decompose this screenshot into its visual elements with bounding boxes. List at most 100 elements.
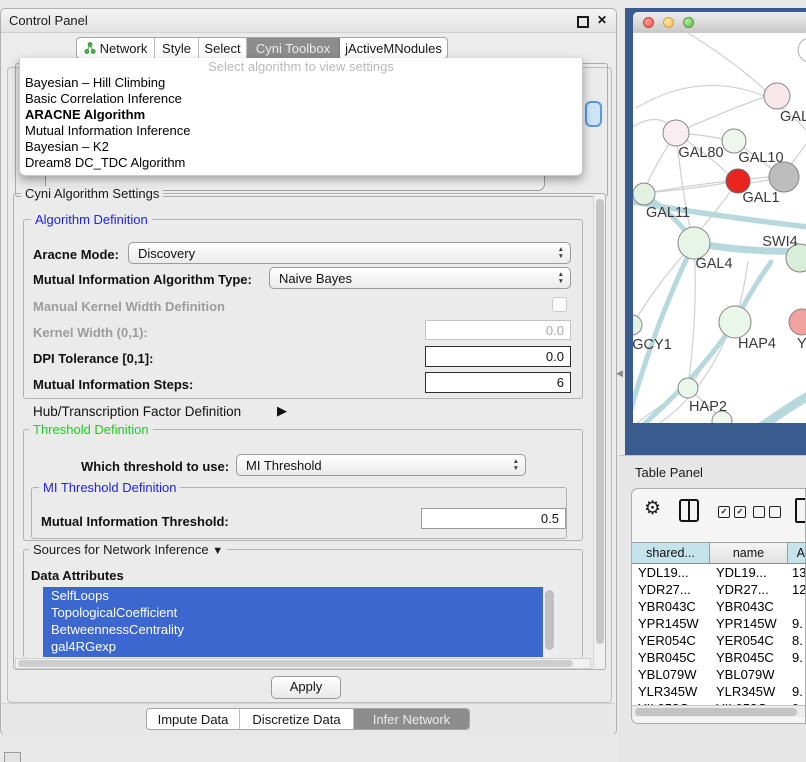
table-horizontal-scrollbar[interactable]	[632, 705, 806, 717]
dpi-tolerance-field[interactable]: 0.0	[425, 346, 571, 367]
tab-discretize-data[interactable]: Discretize Data	[240, 709, 354, 729]
focused-spinner-fragment[interactable]	[585, 101, 602, 127]
split-columns-icon[interactable]	[679, 499, 699, 522]
kernel-width-field[interactable]: 0.0	[425, 320, 571, 340]
control-panel-titlebar[interactable]: Control Panel ✕	[1, 9, 616, 33]
column-header-shared-name[interactable]: shared...	[632, 543, 710, 564]
network-nodes[interactable]	[633, 38, 806, 423]
control-panel-title: Control Panel	[9, 13, 88, 28]
select-all-columns-icon[interactable]: ✓ ✓	[718, 506, 746, 518]
checked-box-icon: ✓	[718, 506, 730, 518]
node-label: GAL10	[738, 150, 783, 166]
tab-jactivemnodules-label: jActiveMNodules	[345, 41, 442, 56]
tab-style[interactable]: Style	[155, 38, 199, 58]
node-label: GAL	[780, 109, 806, 125]
node-label: GCY1	[633, 337, 672, 353]
attribute-item[interactable]: TopologicalCoefficient	[43, 604, 543, 621]
algorithm-item[interactable]: Basic Correlation Inference	[20, 91, 582, 107]
mi-threshold-field[interactable]: 0.5	[421, 508, 566, 529]
attribute-item[interactable]: BetweennessCentrality	[43, 621, 543, 638]
network-icon	[84, 42, 96, 54]
mi-steps-field[interactable]: 6	[425, 372, 571, 393]
aracne-mode-select[interactable]: Discovery ▲▼	[128, 242, 571, 264]
collapse-down-icon[interactable]: ▼	[212, 545, 223, 557]
node-label: GAL4	[695, 256, 732, 272]
tab-network[interactable]: Network	[77, 38, 155, 58]
algorithm-item[interactable]: Dream8 DC_TDC Algorithm	[20, 155, 582, 171]
settings-vscroll-thumb[interactable]	[596, 199, 604, 644]
tab-select[interactable]: Select	[199, 38, 247, 58]
network-window-titlebar[interactable]	[633, 12, 806, 34]
settings-horizontal-scrollbar[interactable]	[15, 658, 591, 669]
algorithm-item[interactable]: Mutual Information Inference	[20, 123, 582, 139]
gear-icon[interactable]: ⚙	[644, 496, 661, 522]
deselect-all-columns-icon[interactable]	[753, 506, 781, 518]
mi-type-select[interactable]: Naive Bayes ▲▼	[269, 267, 571, 289]
float-window-icon[interactable]	[577, 16, 589, 28]
tab-impute-data-label: Impute Data	[158, 712, 229, 727]
close-traffic-icon[interactable]	[643, 17, 654, 28]
dropdown-prompt: Select algorithm to view settings	[20, 58, 582, 75]
tab-infer-network-label: Infer Network	[373, 712, 450, 727]
algorithm-item-selected[interactable]: ARACNE Algorithm	[20, 107, 582, 123]
table-row[interactable]: YDR27...YDR27...12	[632, 581, 806, 598]
expand-right-icon[interactable]: ▶	[277, 403, 287, 419]
network-view-window: GAL GAL80 GAL10 GAL1 GAL11 GAL4 SWI4 GCY…	[633, 12, 806, 423]
node[interactable]	[764, 83, 790, 109]
new-column-icon[interactable]	[795, 498, 806, 523]
minimize-traffic-icon[interactable]	[663, 17, 674, 28]
tab-impute-data[interactable]: Impute Data	[147, 709, 240, 729]
network-canvas[interactable]: GAL GAL80 GAL10 GAL1 GAL11 GAL4 SWI4 GCY…	[633, 33, 806, 423]
network-labels: GAL GAL80 GAL10 GAL1 GAL11 GAL4 SWI4 GCY…	[633, 109, 806, 415]
algorithm-item[interactable]: Bayesian – K2	[20, 139, 582, 155]
node-gray[interactable]	[769, 162, 799, 192]
combo-arrows-icon: ▲▼	[513, 458, 519, 472]
minimized-panel-icon[interactable]	[4, 752, 21, 762]
algorithm-item[interactable]: Bayesian – Hill Climbing	[20, 75, 582, 91]
table-row[interactable]: YBL079WYBL079W	[632, 666, 806, 683]
node-label: HAP4	[738, 336, 776, 352]
settings-hscroll-thumb[interactable]	[18, 660, 573, 667]
data-attributes-list: SelfLoops TopologicalCoefficient Between…	[43, 587, 557, 657]
network-desktop: GAL GAL80 GAL10 GAL1 GAL11 GAL4 SWI4 GCY…	[625, 8, 806, 455]
node-gal11[interactable]	[633, 183, 655, 205]
table-row[interactable]: YBR045CYBR045C9.	[632, 649, 806, 666]
settings-vertical-scrollbar[interactable]	[593, 195, 605, 668]
table-row[interactable]: YLR345WYLR345W9.	[632, 683, 806, 700]
hub-definition-label[interactable]: Hub/Transcription Factor Definition	[33, 404, 241, 419]
node-salmon[interactable]	[789, 309, 806, 335]
attribute-item[interactable]: gal4RGexp	[43, 638, 543, 655]
node-gal4[interactable]	[678, 227, 710, 259]
node-hap4[interactable]	[719, 306, 751, 338]
table-row[interactable]: YDL19...YDL19...13	[632, 564, 806, 581]
zoom-traffic-icon[interactable]	[683, 17, 694, 28]
which-threshold-select[interactable]: MI Threshold ▲▼	[236, 454, 526, 476]
tab-cyni-toolbox[interactable]: Cyni Toolbox	[247, 38, 340, 58]
column-header-partial[interactable]: A	[788, 543, 806, 564]
table-hscroll-thumb[interactable]	[635, 708, 797, 716]
control-panel-tabs: Network Style Select Cyni Toolbox jActiv…	[76, 37, 448, 59]
mi-steps-label: Mutual Information Steps:	[33, 377, 193, 392]
table-row[interactable]: YER054CYER054C8.	[632, 632, 806, 649]
node-gcy1[interactable]	[633, 315, 642, 335]
table-row[interactable]: YPR145WYPR145W9.	[632, 615, 806, 632]
table-panel-window: ⚙ ✓ ✓ shared... name A	[631, 488, 806, 724]
mi-type-label: Mutual Information Algorithm Type:	[33, 272, 252, 287]
table-row[interactable]: YBR043CYBR043C	[632, 598, 806, 615]
which-threshold-label: Which threshold to use:	[81, 459, 229, 474]
manual-kernel-checkbox[interactable]	[552, 297, 567, 312]
node[interactable]	[798, 38, 806, 62]
split-pane-collapse-icon[interactable]: ◀	[616, 368, 623, 379]
close-icon[interactable]: ✕	[597, 13, 607, 27]
node-hap2[interactable]	[678, 378, 698, 398]
attribute-item[interactable]: SelfLoops	[43, 587, 543, 604]
apply-button[interactable]: Apply	[271, 676, 341, 699]
attributes-scrollbar-thumb[interactable]	[545, 590, 554, 650]
tab-jactivemnodules[interactable]: jActiveMNodules	[340, 38, 447, 58]
which-threshold-value: MI Threshold	[246, 458, 322, 473]
attributes-scrollbar[interactable]	[543, 587, 557, 657]
network-graph[interactable]: GAL GAL80 GAL10 GAL1 GAL11 GAL4 SWI4 GCY…	[633, 33, 806, 423]
tab-infer-network[interactable]: Infer Network	[354, 709, 469, 729]
column-header-name[interactable]: name	[710, 543, 788, 564]
node-gal80[interactable]	[663, 120, 689, 146]
